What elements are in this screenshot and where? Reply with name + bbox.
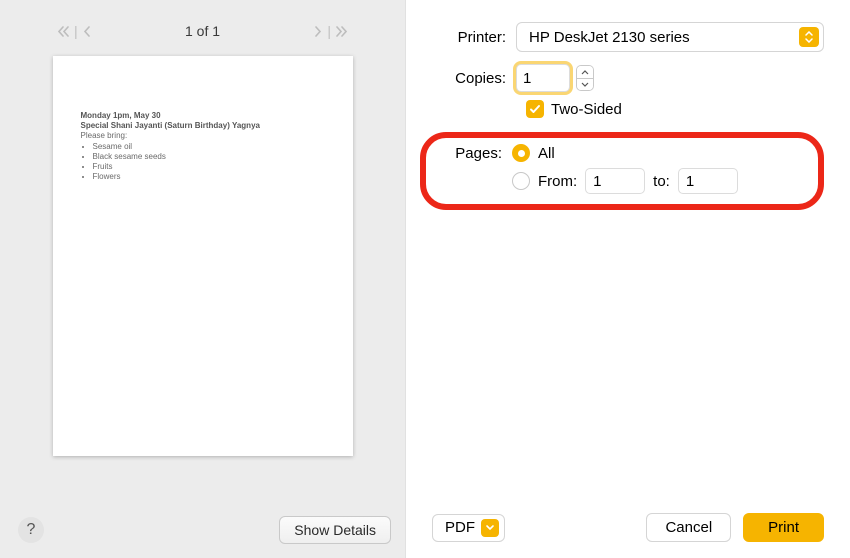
stepper-down[interactable] (577, 78, 593, 90)
list-item: Fruits (93, 162, 325, 172)
right-footer: PDF Cancel Print (432, 513, 824, 542)
list-item: Flowers (93, 172, 325, 182)
preview-line: Monday 1pm, May 30 (81, 111, 325, 121)
next-last-button[interactable]: | (306, 20, 355, 42)
pages-highlight: Pages: All From: to: (420, 132, 824, 210)
pages-all-label: All (538, 145, 555, 162)
settings-panel: Printer: HP DeskJet 2130 series Copies: … (405, 0, 850, 558)
copies-row: Copies: (432, 64, 824, 92)
list-item: Black sesame seeds (93, 152, 325, 162)
pages-range-row: From: to: (438, 168, 808, 194)
chevron-down-icon (481, 519, 499, 537)
pdf-label: PDF (445, 519, 475, 536)
pages-range-radio[interactable] (512, 172, 530, 190)
help-button[interactable]: ? (18, 517, 44, 543)
printer-label: Printer: (432, 29, 516, 46)
cancel-button[interactable]: Cancel (646, 513, 731, 542)
page-nav: | 1 of 1 | (0, 10, 405, 56)
chevron-left-icon (83, 26, 91, 37)
pages-label: Pages: (438, 145, 512, 162)
printer-value: HP DeskJet 2130 series (529, 29, 690, 46)
two-sided-label: Two-Sided (551, 101, 622, 118)
pages-to-input[interactable] (678, 168, 738, 194)
pages-all-radio[interactable] (512, 144, 530, 162)
chevron-double-left-icon (58, 26, 69, 37)
preview-line: Special Shani Jayanti (Saturn Birthday) … (81, 121, 325, 131)
preview-list: Sesame oil Black sesame seeds Fruits Flo… (81, 142, 325, 182)
chevron-right-icon (314, 26, 322, 37)
print-button[interactable]: Print (743, 513, 824, 542)
action-buttons: Cancel Print (646, 513, 824, 542)
pages-from-label: From: (538, 173, 577, 190)
chevron-double-right-icon (336, 26, 347, 37)
check-icon (529, 103, 541, 115)
two-sided-row: Two-Sided (526, 100, 824, 118)
pages-all-row: Pages: All (438, 144, 808, 162)
list-item: Sesame oil (93, 142, 325, 152)
copies-label: Copies: (432, 70, 516, 87)
page-preview: Monday 1pm, May 30 Special Shani Jayanti… (53, 56, 353, 456)
two-sided-checkbox[interactable] (526, 100, 544, 118)
preview-line: Please bring: (81, 131, 325, 141)
pdf-button[interactable]: PDF (432, 514, 505, 542)
print-dialog: | 1 of 1 | Monday 1pm, May 30 Special Sh… (0, 0, 850, 558)
printer-select[interactable]: HP DeskJet 2130 series (516, 22, 824, 52)
printer-row: Printer: HP DeskJet 2130 series (432, 22, 824, 52)
preview-panel: | 1 of 1 | Monday 1pm, May 30 Special Sh… (0, 0, 405, 558)
show-details-button[interactable]: Show Details (279, 516, 391, 544)
first-prev-button[interactable]: | (50, 20, 99, 42)
left-footer: ? Show Details (18, 516, 391, 544)
copies-input[interactable] (516, 64, 570, 92)
copies-stepper[interactable] (576, 65, 594, 91)
updown-icon (799, 27, 819, 47)
stepper-up[interactable] (577, 66, 593, 78)
pages-from-input[interactable] (585, 168, 645, 194)
page-count: 1 of 1 (185, 23, 220, 39)
pages-to-label: to: (653, 173, 670, 190)
